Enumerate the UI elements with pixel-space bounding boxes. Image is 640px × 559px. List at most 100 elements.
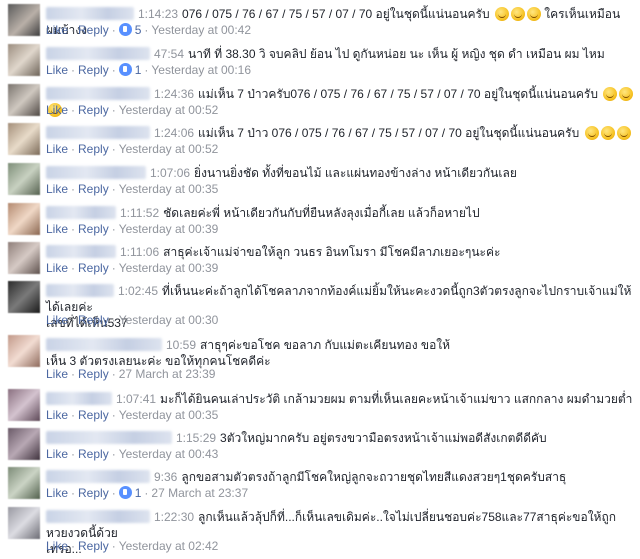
reply-button[interactable]: Reply xyxy=(78,408,109,422)
comment-body: 9:36 ลูกขอสามตัวตรงถ้าลูกมีโชคใหญ่ลูกจะถว… xyxy=(46,469,634,485)
avatar[interactable] xyxy=(8,242,40,274)
comment-text: ลูกขอสามตัวตรงถ้าลูกมีโชคใหญ่ลูกจะถวายชุ… xyxy=(181,470,567,484)
separator: · xyxy=(111,261,116,275)
avatar[interactable] xyxy=(8,123,40,155)
author-name-blurred[interactable] xyxy=(46,510,150,523)
separator: · xyxy=(111,23,116,37)
comment-actions: Like · Reply · Yesterday at 00:52 xyxy=(46,142,218,156)
separator: · xyxy=(111,539,116,553)
like-button[interactable]: Like xyxy=(46,408,68,422)
like-reaction-icon[interactable] xyxy=(118,486,132,499)
reaction-count[interactable]: 5 xyxy=(135,23,142,37)
comment-date[interactable]: Yesterday at 00:43 xyxy=(119,447,219,461)
comment-date[interactable]: 27 March at 23:39 xyxy=(119,367,216,381)
author-name-blurred[interactable] xyxy=(46,470,150,483)
comment-date[interactable]: Yesterday at 00:42 xyxy=(151,23,251,37)
like-button[interactable]: Like xyxy=(46,367,68,381)
comment-date[interactable]: Yesterday at 00:39 xyxy=(119,222,219,236)
avatar[interactable] xyxy=(8,281,40,313)
author-name-blurred[interactable] xyxy=(46,338,162,351)
video-timestamp-link[interactable]: 1:11:52 xyxy=(120,206,159,220)
video-timestamp-link[interactable]: 1:15:29 xyxy=(176,431,216,445)
video-timestamp-link[interactable]: 1:07:41 xyxy=(116,392,156,406)
reply-button[interactable]: Reply xyxy=(78,63,109,77)
comment-text: นาที ที่ 38.30 วิ จบคลิป ย้อน ไป ดูกันหน… xyxy=(188,47,605,61)
video-timestamp-link[interactable]: 1:22:30 xyxy=(154,510,194,524)
comment-date[interactable]: Yesterday at 00:52 xyxy=(119,103,219,117)
reply-button[interactable]: Reply xyxy=(78,142,109,156)
author-name-blurred[interactable] xyxy=(46,87,150,100)
like-button[interactable]: Like xyxy=(46,447,68,461)
comment-date[interactable]: Yesterday at 00:39 xyxy=(119,261,219,275)
reaction-count[interactable]: 1 xyxy=(135,63,142,77)
video-timestamp-link[interactable]: 1:07:06 xyxy=(150,166,190,180)
reply-button[interactable]: Reply xyxy=(78,313,109,327)
comment-date[interactable]: Yesterday at 02:42 xyxy=(119,539,219,553)
separator: · xyxy=(71,539,76,553)
comment-text: สาธุค่ะเจ้าแม่จ่าขอให้ลูก วนธร อินทโมรา … xyxy=(163,245,501,259)
like-button[interactable]: Like xyxy=(46,313,68,327)
reply-button[interactable]: Reply xyxy=(78,222,109,236)
reaction-count[interactable]: 1 xyxy=(135,486,142,500)
like-button[interactable]: Like xyxy=(46,63,68,77)
separator: · xyxy=(111,486,116,500)
comment-date[interactable]: Yesterday at 00:35 xyxy=(119,182,219,196)
reply-button[interactable]: Reply xyxy=(78,182,109,196)
like-button[interactable]: Like xyxy=(46,222,68,236)
avatar[interactable] xyxy=(8,163,40,195)
separator: · xyxy=(111,182,116,196)
video-timestamp-link[interactable]: 10:59 xyxy=(166,338,196,352)
video-timestamp-link[interactable]: 9:36 xyxy=(154,470,177,484)
avatar[interactable] xyxy=(8,507,40,539)
comment-date[interactable]: Yesterday at 00:16 xyxy=(151,63,251,77)
reply-button[interactable]: Reply xyxy=(78,103,109,117)
avatar[interactable] xyxy=(8,428,40,460)
author-name-blurred[interactable] xyxy=(46,7,134,20)
author-name-blurred[interactable] xyxy=(46,126,150,139)
comment-date[interactable]: 27 March at 23:37 xyxy=(151,486,248,500)
video-timestamp-link[interactable]: 1:24:36 xyxy=(154,87,194,101)
reply-button[interactable]: Reply xyxy=(78,23,109,37)
video-timestamp-link[interactable]: 1:11:06 xyxy=(120,245,159,259)
like-reaction-icon[interactable] xyxy=(118,23,132,36)
like-button[interactable]: Like xyxy=(46,103,68,117)
like-button[interactable]: Like xyxy=(46,486,68,500)
author-name-blurred[interactable] xyxy=(46,392,112,405)
separator: · xyxy=(111,313,116,327)
video-timestamp-link[interactable]: 1:02:45 xyxy=(118,284,158,298)
like-button[interactable]: Like xyxy=(46,182,68,196)
like-button[interactable]: Like xyxy=(46,23,68,37)
separator: · xyxy=(71,222,76,236)
reply-button[interactable]: Reply xyxy=(78,539,109,553)
like-button[interactable]: Like xyxy=(46,539,68,553)
comment-actions: Like · Reply · Yesterday at 00:35 xyxy=(46,408,218,422)
video-timestamp-link[interactable]: 1:24:06 xyxy=(154,126,194,140)
video-timestamp-link[interactable]: 47:54 xyxy=(154,47,184,61)
comment-date[interactable]: Yesterday at 00:30 xyxy=(119,313,219,327)
video-timestamp-link[interactable]: 1:14:23 xyxy=(138,7,178,21)
author-name-blurred[interactable] xyxy=(46,47,150,60)
reply-button[interactable]: Reply xyxy=(78,486,109,500)
reply-button[interactable]: Reply xyxy=(78,261,109,275)
like-reaction-icon[interactable] xyxy=(118,63,132,76)
like-button[interactable]: Like xyxy=(46,142,68,156)
like-button[interactable]: Like xyxy=(46,261,68,275)
avatar[interactable] xyxy=(8,335,40,367)
author-name-blurred[interactable] xyxy=(46,284,114,297)
comment-date[interactable]: Yesterday at 00:52 xyxy=(119,142,219,156)
avatar[interactable] xyxy=(8,203,40,235)
author-name-blurred[interactable] xyxy=(46,431,172,444)
avatar[interactable] xyxy=(8,4,40,36)
reply-button[interactable]: Reply xyxy=(78,447,109,461)
avatar[interactable] xyxy=(8,389,40,421)
author-name-blurred[interactable] xyxy=(46,245,116,258)
author-name-blurred[interactable] xyxy=(46,206,116,219)
comment-body: 1:11:06 สาธุค่ะเจ้าแม่จ่าขอให้ลูก วนธร อิ… xyxy=(46,244,634,260)
avatar[interactable] xyxy=(8,467,40,499)
grinning-emoji-icon xyxy=(603,87,618,101)
comment-date[interactable]: Yesterday at 00:35 xyxy=(119,408,219,422)
author-name-blurred[interactable] xyxy=(46,166,146,179)
reply-button[interactable]: Reply xyxy=(78,367,109,381)
avatar[interactable] xyxy=(8,44,40,76)
avatar[interactable] xyxy=(8,84,40,116)
